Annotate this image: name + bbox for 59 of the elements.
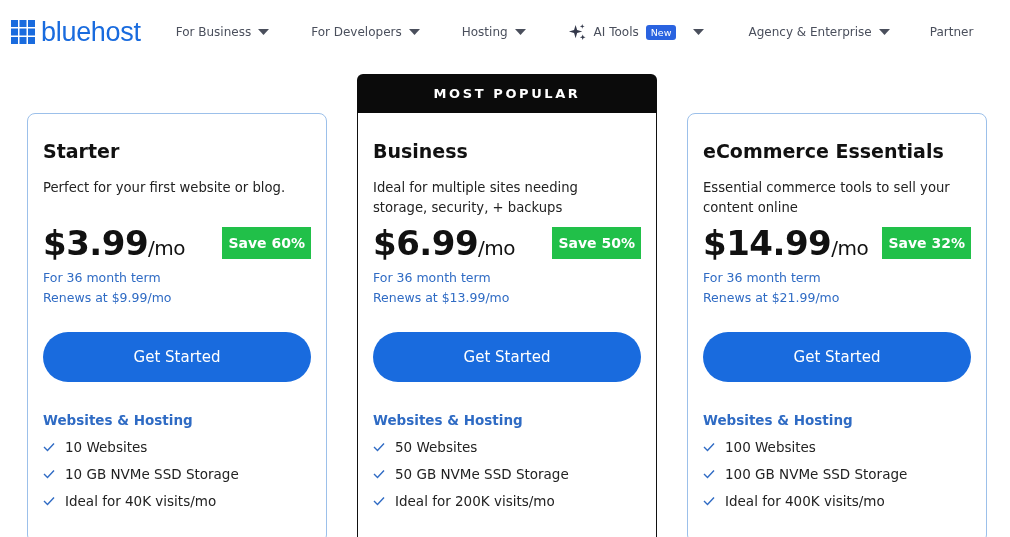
plan-price: $14.99/mo — [703, 223, 869, 263]
check-icon — [43, 441, 55, 452]
plan-price: $6.99/mo — [373, 223, 515, 263]
plan-price: $3.99/mo — [43, 223, 185, 263]
sparkle-icon — [567, 22, 587, 42]
check-icon — [703, 495, 715, 506]
plan-name: Business — [373, 140, 469, 162]
nav-item[interactable]: AI Tools New — [567, 22, 705, 42]
most-popular-banner: MOST POPULAR — [357, 74, 657, 113]
check-icon — [373, 468, 385, 479]
plan-description: Perfect for your first website or blog. — [43, 179, 287, 197]
new-badge: New — [645, 24, 677, 40]
save-badge: Save 32% — [882, 227, 971, 259]
feature-section-title: Websites & Hosting — [373, 412, 524, 428]
plan-description: Ideal for multiple sites needing storage, security, + backups — [373, 179, 579, 217]
caret-icon — [258, 29, 270, 35]
nav-item[interactable]: For Developers — [311, 25, 420, 39]
renewal-text: Renews at $9.99/mo — [43, 289, 173, 307]
feature-section-title: Websites & Hosting — [703, 412, 854, 428]
get-started-button[interactable]: Get Started — [43, 332, 311, 382]
caret-icon — [878, 29, 890, 35]
save-badge: Save 60% — [222, 227, 311, 259]
feature-text: 50 Websites — [395, 438, 478, 455]
grid-logo-icon — [11, 20, 35, 44]
check-icon — [373, 441, 385, 452]
check-icon — [703, 441, 715, 452]
term-text: For 36 month term — [703, 269, 822, 287]
term-text: For 36 month term — [43, 269, 162, 287]
feature-text: 100 GB NVMe SSD Storage — [725, 465, 908, 482]
caret-icon — [408, 29, 420, 35]
feature-text: 50 GB NVMe SSD Storage — [395, 465, 569, 482]
check-icon — [703, 468, 715, 479]
feature-text: Ideal for 400K visits/mo — [725, 492, 885, 509]
bluehost-logo[interactable]: bluehost — [11, 16, 141, 48]
get-started-button[interactable]: Get Started — [373, 332, 641, 382]
check-icon — [43, 468, 55, 479]
feature-text: 100 Websites — [725, 438, 816, 455]
get-started-button[interactable]: Get Started — [703, 332, 971, 382]
plan-name: eCommerce Essentials — [703, 140, 945, 162]
renewal-text: Renews at $13.99/mo — [373, 289, 511, 307]
feature-text: Ideal for 40K visits/mo — [65, 492, 217, 509]
caret-icon — [693, 29, 705, 35]
save-badge: Save 50% — [552, 227, 641, 259]
plan-name: Starter — [43, 140, 121, 162]
feature-text: Ideal for 200K visits/mo — [395, 492, 555, 509]
feature-text: 10 GB NVMe SSD Storage — [65, 465, 239, 482]
check-icon — [373, 495, 385, 506]
term-text: For 36 month term — [373, 269, 492, 287]
caret-icon — [514, 29, 526, 35]
renewal-text: Renews at $21.99/mo — [703, 289, 841, 307]
check-icon — [43, 495, 55, 506]
nav-item[interactable]: For Business — [175, 25, 270, 39]
nav-item[interactable]: Hosting — [461, 25, 526, 39]
feature-text: 10 Websites — [65, 438, 148, 455]
nav-item[interactable]: Partner — [929, 25, 974, 39]
feature-section-title: Websites & Hosting — [43, 412, 194, 428]
logo-text: bluehost — [41, 16, 141, 48]
nav-item[interactable]: Agency & Enterprise — [748, 25, 890, 39]
plan-description: Essential commerce tools to sell your content online — [703, 179, 951, 217]
